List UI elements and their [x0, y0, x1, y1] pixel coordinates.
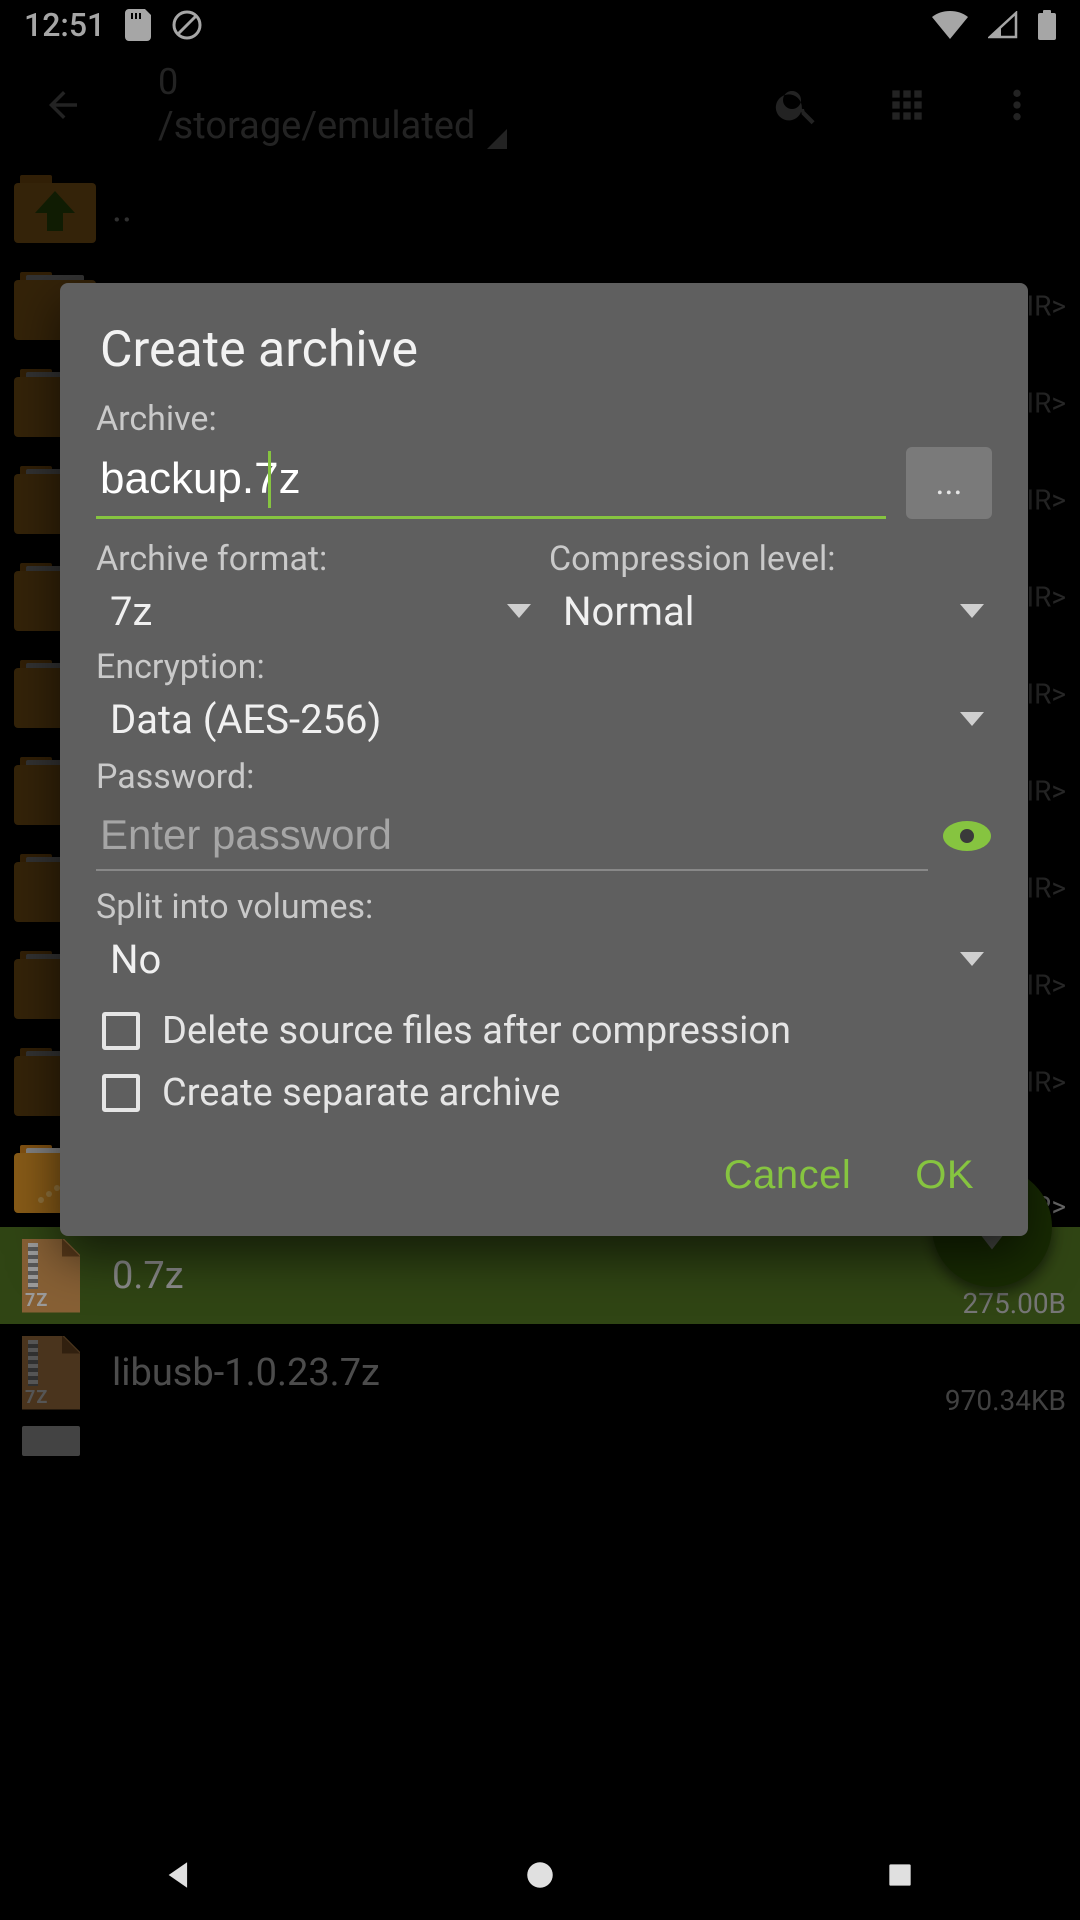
archive-name-input[interactable] — [96, 454, 886, 510]
ok-button[interactable]: OK — [915, 1153, 974, 1198]
archive-name-label: Archive: — [96, 399, 992, 439]
encryption-select[interactable]: Data (AES-256) — [96, 687, 992, 751]
compression-level-label: Compression level: — [549, 539, 992, 579]
encryption-value: Data (AES-256) — [110, 696, 381, 743]
archive-name-field[interactable] — [96, 447, 886, 519]
compression-level-value: Normal — [563, 588, 694, 635]
chevron-down-icon — [960, 604, 984, 618]
system-nav-bar — [0, 1830, 1080, 1920]
create-archive-dialog: Create archive Archive: ... Archive form… — [60, 283, 1028, 1236]
separate-archive-label: Create separate archive — [162, 1071, 560, 1115]
format-value: 7z — [110, 588, 152, 635]
compression-level-select[interactable]: Normal — [549, 579, 992, 643]
cancel-button[interactable]: Cancel — [724, 1153, 852, 1198]
chevron-down-icon — [960, 952, 984, 966]
dialog-title: Create archive — [100, 321, 992, 379]
split-volumes-value: No — [110, 936, 161, 983]
password-label: Password: — [96, 757, 992, 797]
separate-archive-checkbox-row[interactable]: Create separate archive — [102, 1071, 992, 1115]
show-password-button[interactable] — [942, 819, 992, 853]
format-label: Archive format: — [96, 539, 539, 579]
nav-home-button[interactable] — [516, 1851, 564, 1899]
nav-back-button[interactable] — [156, 1851, 204, 1899]
browse-button[interactable]: ... — [906, 447, 992, 519]
text-cursor — [268, 451, 271, 508]
chevron-down-icon — [960, 712, 984, 726]
separate-archive-checkbox[interactable] — [102, 1074, 140, 1112]
delete-source-checkbox[interactable] — [102, 1012, 140, 1050]
nav-recent-button[interactable] — [876, 1851, 924, 1899]
split-volumes-select[interactable]: No — [96, 927, 992, 991]
chevron-down-icon — [507, 604, 531, 618]
split-volumes-label: Split into volumes: — [96, 887, 992, 927]
format-select[interactable]: 7z — [96, 579, 539, 643]
delete-source-label: Delete source files after compression — [162, 1009, 791, 1053]
password-input[interactable] — [96, 801, 928, 871]
delete-source-checkbox-row[interactable]: Delete source files after compression — [102, 1009, 992, 1053]
encryption-label: Encryption: — [96, 647, 992, 687]
